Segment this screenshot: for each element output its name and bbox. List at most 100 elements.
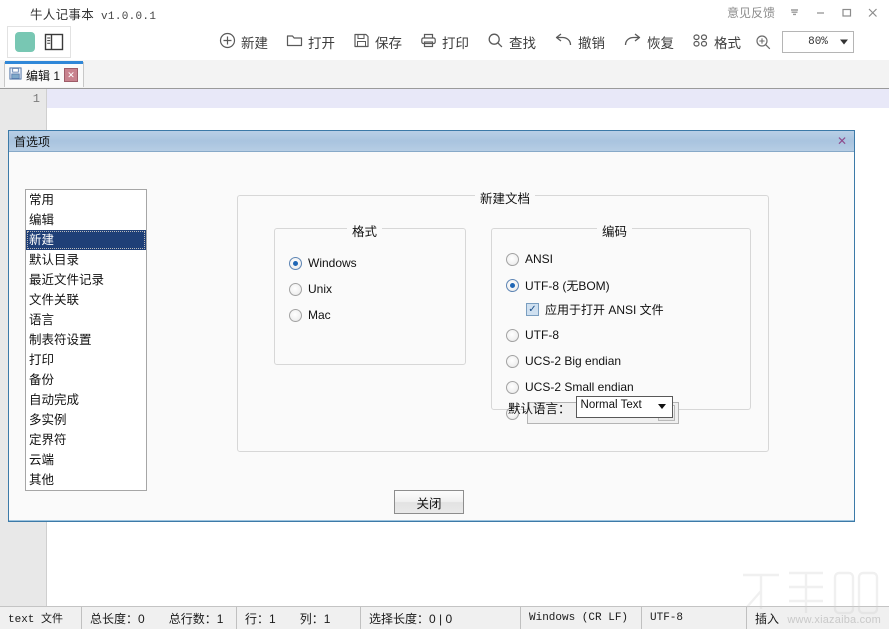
toolbar-item-label: 撤销: [578, 36, 605, 51]
category-item-zuijinwenjian[interactable]: 最近文件记录: [26, 270, 146, 290]
toolbar-redo-button[interactable]: 恢复: [614, 24, 683, 60]
app-version: v1.0.0.1: [101, 11, 157, 23]
radio-label: Windows: [308, 256, 357, 270]
category-item-wenjianguanlian[interactable]: 文件关联: [26, 290, 146, 310]
encoding-group-label: 编码: [597, 221, 633, 240]
dialog-title-bar: 首选项 ✕: [9, 131, 854, 152]
dialog-title: 首选项: [14, 134, 51, 149]
category-item-xinjian[interactable]: 新建: [26, 230, 146, 250]
encoding-group: 编码 ANSI UTF-8 (无BOM) ✓ 应用于打开 ANSI 文件 UTF…: [491, 221, 751, 424]
folder-open-icon: [286, 32, 303, 52]
toolbar-undo-button[interactable]: 撤销: [545, 24, 614, 60]
toolbar-item-label: 恢复: [647, 36, 674, 51]
line-number: 1: [32, 92, 40, 106]
radio-icon: [289, 256, 302, 270]
radio-label: UTF-8: [525, 328, 559, 342]
minimize-button[interactable]: [807, 1, 833, 23]
toolbar-save-button[interactable]: 保存: [344, 24, 411, 60]
undo-arrow-icon: [554, 32, 573, 52]
zoom-in-icon[interactable]: [750, 24, 776, 60]
new-document-group: 新建文档 格式 Windows Unix Mac 编码 ANSI UTF-8 (…: [237, 188, 769, 452]
checkbox-apply-ansi[interactable]: ✓ 应用于打开 ANSI 文件: [526, 299, 750, 319]
radio-label: UCS-2 Big endian: [525, 354, 622, 368]
zoom-level-value: 80%: [808, 36, 828, 48]
radio-icon: [506, 278, 519, 292]
theme-color-swatch[interactable]: [15, 32, 35, 52]
chevron-down-icon: [840, 39, 848, 45]
dialog-close-button[interactable]: 关闭: [394, 490, 464, 514]
magnifier-icon: [487, 32, 504, 52]
category-item-dingjiefu[interactable]: 定界符: [26, 430, 146, 450]
radio-icon: [506, 328, 519, 342]
status-insert-mode: 插入: [755, 611, 780, 626]
radio-format-windows[interactable]: Windows: [289, 253, 465, 273]
category-item-dayin[interactable]: 打印: [26, 350, 146, 370]
toolbar-item-label: 查找: [509, 36, 536, 51]
toolbar-print-button[interactable]: 打印: [411, 24, 478, 60]
save-disk-icon: [353, 32, 370, 52]
category-item-zhibiaofu[interactable]: 制表符设置: [26, 330, 146, 350]
radio-encoding-utf8-nobom[interactable]: UTF-8 (无BOM): [506, 275, 750, 295]
radio-icon: [506, 354, 519, 368]
close-button[interactable]: [859, 1, 885, 23]
radio-encoding-utf8[interactable]: UTF-8: [506, 325, 750, 345]
dialog-body: 常用 编辑 新建 默认目录 最近文件记录 文件关联 语言 制表符设置 打印 备份…: [9, 152, 854, 520]
toolbar-format-button[interactable]: 格式: [683, 24, 750, 60]
status-eol: Windows (CR LF): [529, 612, 629, 624]
category-item-duoshili[interactable]: 多实例: [26, 410, 146, 430]
maximize-button[interactable]: [833, 1, 859, 23]
category-item-qita[interactable]: 其他: [26, 470, 146, 490]
page-title: 牛人记事本 v1.0.0.1: [30, 4, 156, 23]
category-item-zidongwancheng[interactable]: 自动完成: [26, 390, 146, 410]
checkbox-icon: ✓: [526, 302, 539, 316]
toolbar-item-label: 打开: [308, 36, 335, 51]
toolbar-find-button[interactable]: 查找: [478, 24, 545, 60]
category-item-yuyan[interactable]: 语言: [26, 310, 146, 330]
toolbar-item-label: 格式: [714, 36, 741, 51]
current-line-highlight: [47, 89, 889, 108]
category-item-beifen[interactable]: 备份: [26, 370, 146, 390]
category-item-yunduan[interactable]: 云端: [26, 450, 146, 470]
chevron-down-icon: [657, 404, 666, 409]
main-toolbar: 新建 打开 保存 打印 查找 撤销 恢复 格式 80%: [0, 24, 889, 60]
panel-layout-icon[interactable]: [44, 33, 64, 51]
radio-icon: [506, 380, 519, 394]
radio-format-unix[interactable]: Unix: [289, 279, 465, 299]
tab-editor-1[interactable]: 编辑 1 ✕: [4, 61, 85, 87]
chevron-down-icon[interactable]: [781, 1, 807, 23]
save-disk-icon: [9, 67, 22, 83]
status-filetype: text 文件: [8, 614, 64, 626]
toolbar-items: 新建 打开 保存 打印 查找 撤销 恢复 格式 80%: [210, 24, 854, 60]
status-total-lines: 总行数：1: [168, 611, 224, 626]
dialog-close-icon[interactable]: ✕: [834, 133, 850, 149]
radio-encoding-ucs2-big[interactable]: UCS-2 Big endian: [506, 351, 750, 371]
status-total-length: 总长度：0: [90, 611, 145, 626]
toolbar-open-button[interactable]: 打开: [277, 24, 344, 60]
default-language-row: 默认语言： Normal Text: [508, 396, 673, 418]
default-language-label: 默认语言：: [508, 401, 571, 416]
status-bar: text 文件 总长度：0 总行数：1 行：1 列：1 选择长度：0 | 0 Win…: [0, 606, 889, 629]
category-item-changyong[interactable]: 常用: [26, 190, 146, 210]
toolbar-item-label: 打印: [442, 36, 469, 51]
redo-arrow-icon: [623, 32, 642, 52]
printer-icon: [420, 32, 437, 52]
mode-toggle-group: [7, 26, 71, 58]
category-list[interactable]: 常用 编辑 新建 默认目录 最近文件记录 文件关联 语言 制表符设置 打印 备份…: [25, 189, 147, 491]
tab-close-icon[interactable]: ✕: [64, 68, 79, 82]
category-item-morenmulu[interactable]: 默认目录: [26, 250, 146, 270]
radio-format-mac[interactable]: Mac: [289, 305, 465, 325]
category-item-bianji[interactable]: 编辑: [26, 210, 146, 230]
radio-encoding-ucs2-small[interactable]: UCS-2 Small endian: [506, 377, 750, 397]
new-document-group-label: 新建文档: [475, 188, 536, 207]
feedback-link[interactable]: 意见反馈: [721, 4, 781, 21]
toolbar-new-button[interactable]: 新建: [210, 24, 277, 60]
radio-icon: [289, 282, 302, 296]
application-window: 牛人记事本 v1.0.0.1 意见反馈 新建 打开 保存 打印 查找 撤销 恢复…: [0, 0, 889, 629]
toolbar-item-label: 新建: [241, 36, 268, 51]
default-language-select[interactable]: Normal Text: [575, 396, 673, 418]
default-language-value: Normal Text: [580, 399, 642, 411]
status-line: 行：1: [245, 611, 276, 626]
radio-encoding-ansi[interactable]: ANSI: [506, 249, 750, 269]
status-encoding: UTF-8: [650, 612, 684, 624]
zoom-level-select[interactable]: 80%: [782, 31, 854, 53]
